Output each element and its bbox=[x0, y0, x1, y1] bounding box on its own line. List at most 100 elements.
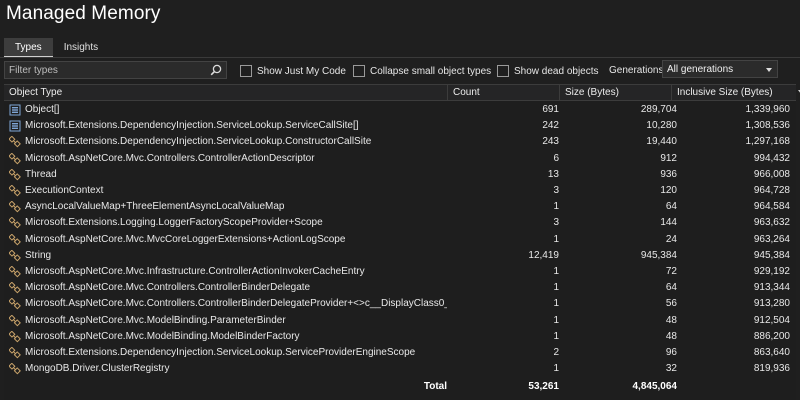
size-cell: 96 bbox=[665, 347, 677, 358]
table-row[interactable]: String 12,419 945,384 945,384 bbox=[4, 248, 796, 264]
object-type-cell: MongoDB.Driver.ClusterRegistry bbox=[25, 363, 170, 375]
count-cell: 12,419 bbox=[528, 249, 559, 261]
inclusive-size-cell: 1,308,536 bbox=[745, 120, 791, 132]
table-row[interactable]: Microsoft.Extensions.Logging.LoggerFacto… bbox=[4, 215, 796, 231]
table-row[interactable]: Microsoft.AspNetCore.Mvc.MvcCoreLoggerEx… bbox=[4, 232, 796, 248]
inclusive-size-cell: 1,297,168 bbox=[745, 136, 791, 148]
column-header-size[interactable]: Size (Bytes) bbox=[560, 85, 672, 101]
inclusive-size-cell: 819,936 bbox=[753, 363, 790, 375]
size-cell: 912 bbox=[660, 152, 677, 164]
size-cell: 10,280 bbox=[646, 120, 677, 132]
object-type-cell: ExecutionContext bbox=[25, 185, 104, 196]
size-cell: 289,704 bbox=[640, 104, 677, 115]
count-cell: 1 bbox=[553, 201, 559, 213]
object-type-cell: String bbox=[25, 249, 52, 261]
show-dead-objects-checkbox[interactable]: Show dead objects bbox=[497, 64, 599, 78]
size-cell: 32 bbox=[665, 363, 677, 375]
table-row[interactable]: Object[] 691 289,704 1,339,960 bbox=[4, 102, 796, 118]
inclusive-size-cell: 963,632 bbox=[753, 217, 790, 229]
table-row[interactable]: MongoDB.Driver.ClusterRegistry 1 32 819,936 bbox=[4, 361, 796, 377]
search-icon[interactable] bbox=[210, 64, 222, 76]
object-type-cell: Microsoft.AspNetCore.Mvc.ModelBinding.Mo… bbox=[25, 330, 300, 342]
table-row[interactable]: ExecutionContext 3 120 964,728 bbox=[4, 183, 796, 199]
tab-bar: Types Insights bbox=[4, 38, 109, 58]
count-cell: 242 bbox=[542, 120, 559, 132]
inclusive-size-cell: 994,432 bbox=[753, 152, 790, 164]
object-type-cell: Thread bbox=[25, 168, 57, 180]
object-type-cell: Microsoft.AspNetCore.Mvc.ModelBinding.Pa… bbox=[25, 314, 286, 326]
inclusive-size-cell: 963,264 bbox=[753, 233, 790, 245]
count-cell: 1 bbox=[553, 298, 559, 310]
table-row[interactable]: Microsoft.AspNetCore.Mvc.Controllers.Con… bbox=[4, 296, 796, 312]
object-type-cell: AsyncLocalValueMap+ThreeElementAsyncLoca… bbox=[25, 201, 285, 213]
object-type-cell: Microsoft.AspNetCore.Mvc.Controllers.Con… bbox=[25, 282, 311, 294]
table-row[interactable]: Thread 13 936 966,008 bbox=[4, 167, 796, 183]
table-row[interactable]: Microsoft.Extensions.DependencyInjection… bbox=[4, 118, 796, 134]
show-just-my-code-checkbox[interactable]: Show Just My Code bbox=[240, 64, 346, 78]
inclusive-size-cell: 945,384 bbox=[753, 249, 790, 261]
inclusive-size-cell: 1,339,960 bbox=[745, 104, 791, 115]
generations-dropdown[interactable]: All generations bbox=[662, 60, 778, 78]
inclusive-size-cell: 929,192 bbox=[753, 266, 790, 277]
size-cell: 48 bbox=[665, 330, 677, 342]
count-cell: 6 bbox=[553, 152, 559, 164]
tab-types[interactable]: Types bbox=[4, 38, 53, 58]
size-cell: 19,440 bbox=[646, 136, 677, 148]
table-row[interactable]: Microsoft.AspNetCore.Mvc.Infrastructure.… bbox=[4, 264, 796, 280]
object-type-cell: Microsoft.AspNetCore.Mvc.Controllers.Con… bbox=[25, 152, 315, 164]
column-header-inclusive-size[interactable]: Inclusive Size (Bytes) bbox=[672, 85, 800, 101]
table-row[interactable]: Microsoft.AspNetCore.Mvc.Controllers.Con… bbox=[4, 151, 796, 167]
object-type-cell: Microsoft.AspNetCore.Mvc.Infrastructure.… bbox=[25, 266, 365, 277]
inclusive-size-cell: 913,280 bbox=[753, 298, 790, 310]
count-cell: 243 bbox=[542, 136, 559, 148]
table-row[interactable]: Microsoft.AspNetCore.Mvc.ModelBinding.Mo… bbox=[4, 329, 796, 345]
object-type-cell: Object[] bbox=[25, 104, 60, 115]
checkbox-box[interactable] bbox=[497, 65, 509, 77]
generations-label: Generations: bbox=[609, 65, 667, 76]
table-row[interactable]: Microsoft.Extensions.DependencyInjection… bbox=[4, 345, 796, 361]
object-type-cell: Microsoft.Extensions.DependencyInjection… bbox=[25, 347, 416, 358]
total-count: 53,261 bbox=[528, 381, 559, 392]
object-type-cell: Microsoft.Extensions.DependencyInjection… bbox=[25, 120, 359, 132]
table-row[interactable]: AsyncLocalValueMap+ThreeElementAsyncLoca… bbox=[4, 199, 796, 215]
column-header-inclusive-size-label: Inclusive Size (Bytes) bbox=[677, 87, 773, 98]
inclusive-size-cell: 966,008 bbox=[753, 168, 790, 180]
object-type-cell: Microsoft.Extensions.DependencyInjection… bbox=[25, 136, 372, 148]
count-cell: 1 bbox=[553, 233, 559, 245]
filter-box[interactable] bbox=[4, 61, 227, 79]
inclusive-size-cell: 964,584 bbox=[753, 201, 790, 213]
table-row[interactable]: Microsoft.AspNetCore.Mvc.Controllers.Con… bbox=[4, 280, 796, 296]
column-header-count[interactable]: Count bbox=[448, 85, 560, 101]
size-cell: 56 bbox=[665, 298, 677, 310]
generations-value: All generations bbox=[667, 64, 734, 75]
size-cell: 945,384 bbox=[640, 249, 677, 261]
count-cell: 3 bbox=[553, 217, 559, 229]
toolbar: Show Just My Code Collapse small object … bbox=[0, 58, 800, 82]
page-title: Managed Memory bbox=[6, 3, 161, 24]
inclusive-size-cell: 913,344 bbox=[753, 282, 790, 294]
collapse-small-objects-checkbox[interactable]: Collapse small object types bbox=[353, 64, 491, 78]
size-cell: 24 bbox=[665, 233, 677, 245]
count-cell: 691 bbox=[542, 104, 559, 115]
count-cell: 13 bbox=[547, 168, 559, 180]
object-type-cell: Microsoft.AspNetCore.Mvc.MvcCoreLoggerEx… bbox=[25, 233, 346, 245]
table-row[interactable]: Microsoft.Extensions.DependencyInjection… bbox=[4, 134, 796, 150]
total-size: 4,845,064 bbox=[632, 381, 678, 392]
count-cell: 3 bbox=[553, 185, 559, 196]
count-cell: 1 bbox=[553, 282, 559, 294]
types-table: Object Type Count Size (Bytes) Inclusive… bbox=[4, 84, 800, 400]
count-cell: 1 bbox=[553, 363, 559, 375]
show-dead-objects-label: Show dead objects bbox=[514, 65, 599, 77]
checkbox-box[interactable] bbox=[240, 65, 252, 77]
count-cell: 1 bbox=[553, 330, 559, 342]
inclusive-size-cell: 912,504 bbox=[753, 314, 790, 326]
checkbox-box[interactable] bbox=[353, 65, 365, 77]
chevron-down-icon bbox=[766, 68, 772, 72]
filter-types-input[interactable] bbox=[5, 62, 205, 78]
column-header-object-type[interactable]: Object Type bbox=[4, 85, 448, 101]
size-cell: 936 bbox=[660, 168, 677, 180]
size-cell: 64 bbox=[665, 282, 677, 294]
table-row[interactable]: Microsoft.AspNetCore.Mvc.ModelBinding.Pa… bbox=[4, 313, 796, 329]
size-cell: 144 bbox=[660, 217, 677, 229]
tab-insights[interactable]: Insights bbox=[53, 38, 109, 58]
